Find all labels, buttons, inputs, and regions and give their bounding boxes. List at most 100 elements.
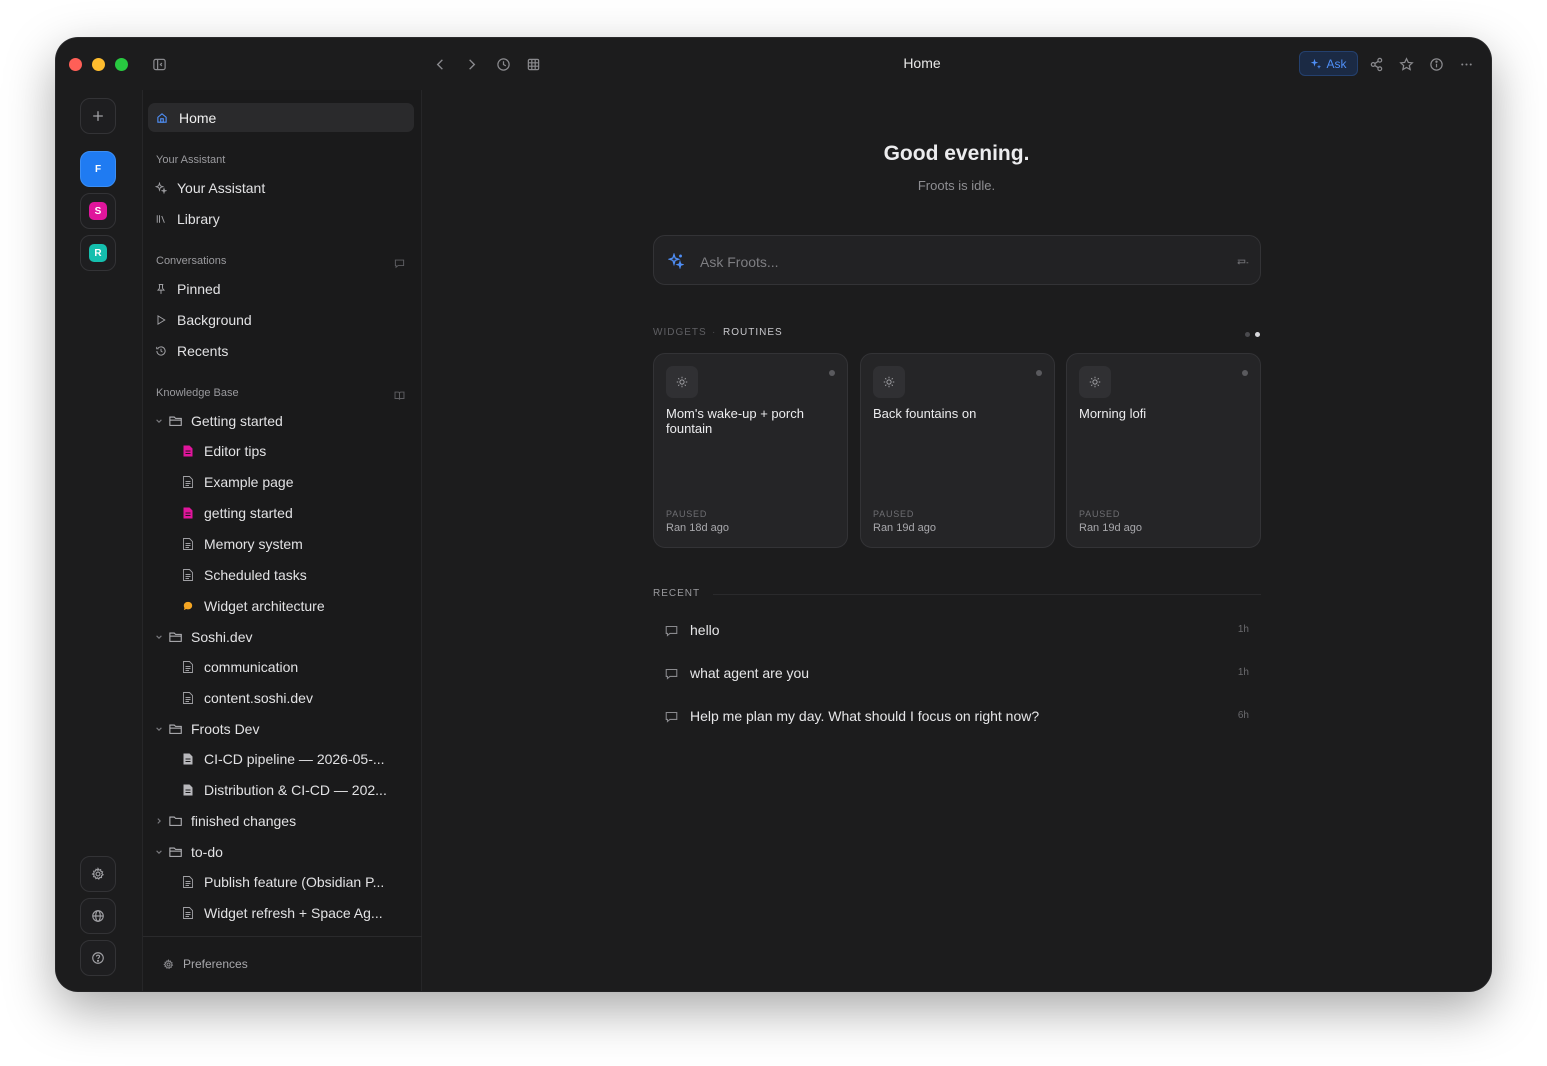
section-label-conversations: Conversations (156, 255, 227, 267)
doc-item[interactable]: getting started (183, 502, 393, 524)
minimize-window-button[interactable] (92, 58, 105, 71)
sidebar-item-background[interactable]: Background (154, 308, 252, 332)
sidebar-item-label: Your Assistant (177, 180, 266, 196)
routine-card[interactable]: Back fountains on PAUSED Ran 19d ago (860, 353, 1055, 548)
chevron-down-icon[interactable] (153, 848, 165, 856)
doc-item[interactable]: Scheduled tasks (183, 564, 393, 586)
recent-conversation-row[interactable]: hello 1h (653, 613, 1261, 649)
grid-view-icon[interactable] (523, 54, 543, 74)
settings-button[interactable] (80, 856, 116, 892)
doc-item[interactable]: Example page (183, 471, 393, 493)
title-bar: Home Ask (56, 38, 1491, 91)
folder-getting-started[interactable]: Getting started (153, 410, 283, 432)
forward-arrow-icon[interactable] (461, 54, 481, 74)
doc-item[interactable]: content.soshi.dev (183, 687, 393, 709)
chevron-right-icon[interactable] (153, 817, 165, 825)
ask-input-box[interactable] (653, 235, 1261, 285)
folder-icon (169, 815, 185, 827)
pink-doc-icon (183, 507, 197, 519)
enter-key-icon (1237, 259, 1249, 265)
star-icon[interactable] (1396, 54, 1416, 74)
conversation-title: what agent are you (690, 665, 810, 681)
sidebar-item-your-assistant[interactable]: Your Assistant (154, 176, 265, 200)
doc-item[interactable]: Publish feature (Obsidian P... (183, 871, 393, 893)
divider (713, 594, 1261, 595)
routine-last-run: Ran 18d ago (666, 522, 729, 534)
folder-soshi-dev[interactable]: Soshi.dev (153, 626, 252, 648)
workspace-button-f[interactable]: F (80, 151, 116, 187)
back-arrow-icon[interactable] (430, 54, 450, 74)
routine-state: PAUSED (666, 509, 708, 519)
doc-item[interactable]: Widget refresh + Space Ag... (183, 902, 393, 924)
sidebar-item-home[interactable]: Home (148, 103, 414, 132)
doc-item[interactable]: communication (183, 656, 393, 678)
open-folder-icon (169, 631, 185, 643)
info-icon[interactable] (1426, 54, 1446, 74)
app-window: Home Ask F S R Home Your Assistant Your … (56, 38, 1491, 991)
doc-label: Distribution & CI-CD — 202... (204, 782, 387, 798)
sidebar-item-recents[interactable]: Recents (154, 339, 228, 363)
document-icon (183, 876, 197, 888)
routine-card[interactable]: Morning lofi PAUSED Ran 19d ago (1066, 353, 1261, 548)
conversation-title: Help me plan my day. What should I focus… (690, 708, 1040, 724)
more-options-icon[interactable] (1456, 54, 1476, 74)
doc-item[interactable]: CI-CD pipeline — 2026-05-... (183, 748, 393, 770)
doc-item[interactable]: Widget architecture (183, 595, 393, 617)
sidebar-item-library[interactable]: Library (154, 207, 220, 231)
conversation-time: 6h (1237, 710, 1249, 721)
status-dot (1242, 370, 1248, 376)
ask-input[interactable] (698, 250, 1222, 274)
chat-bubble-icon (665, 667, 679, 681)
doc-label: Widget refresh + Space Ag... (204, 905, 383, 921)
workspace-rail: F S R (56, 90, 142, 991)
folder-finished-changes[interactable]: finished changes (153, 810, 296, 832)
new-conversation-icon[interactable] (394, 256, 405, 274)
help-button[interactable] (80, 940, 116, 976)
pin-icon (154, 282, 168, 296)
recent-conversation-row[interactable]: Help me plan my day. What should I focus… (653, 699, 1261, 735)
folder-to-do[interactable]: to-do (153, 841, 223, 863)
chevron-down-icon[interactable] (153, 725, 165, 733)
share-icon[interactable] (1366, 54, 1386, 74)
workspace-button-s[interactable]: S (80, 193, 116, 229)
tab-separator: · (712, 327, 717, 338)
zoom-window-button[interactable] (115, 58, 128, 71)
sparkle-icon (668, 253, 684, 269)
doc-label: Memory system (204, 536, 303, 552)
workspace-button-r[interactable]: R (80, 235, 116, 271)
doc-item[interactable]: Memory system (183, 533, 393, 555)
play-icon (154, 313, 168, 327)
web-button[interactable] (80, 898, 116, 934)
home-icon (157, 112, 167, 123)
sidebar-toggle-icon[interactable] (149, 54, 169, 74)
chevron-down-icon[interactable] (153, 417, 165, 425)
pagination-dot[interactable] (1245, 332, 1250, 337)
open-book-icon[interactable] (394, 388, 405, 406)
preferences-button[interactable]: Preferences (143, 936, 423, 991)
open-folder-icon (169, 723, 185, 735)
close-window-button[interactable] (69, 58, 82, 71)
ask-button[interactable]: Ask (1299, 51, 1358, 76)
recent-conversation-row[interactable]: what agent are you 1h (653, 656, 1261, 692)
history-clock-icon[interactable] (493, 54, 513, 74)
folder-froots-dev[interactable]: Froots Dev (153, 718, 259, 740)
doc-item[interactable]: Distribution & CI-CD — 202... (183, 779, 393, 801)
new-item-button[interactable] (80, 98, 116, 134)
pink-doc-icon (183, 445, 197, 457)
tab-routines[interactable]: ROUTINES (723, 327, 783, 338)
sparkle-icon (1311, 58, 1322, 69)
doc-label: Publish feature (Obsidian P... (204, 874, 385, 890)
window-title: Home (903, 55, 941, 71)
folder-label: Soshi.dev (191, 629, 253, 645)
sidebar-item-pinned[interactable]: Pinned (154, 277, 221, 301)
routine-card[interactable]: Mom's wake-up + porch fountain PAUSED Ra… (653, 353, 848, 548)
pagination-dot-active[interactable] (1255, 332, 1260, 337)
doc-item[interactable]: Editor tips (183, 440, 393, 462)
status-dot (829, 370, 835, 376)
tab-widgets[interactable]: WIDGETS (653, 327, 707, 338)
doc-label: Widget architecture (204, 598, 325, 614)
chat-bubble-icon (665, 710, 679, 724)
document-icon (183, 692, 197, 704)
workspace-letter: F (94, 163, 102, 175)
chevron-down-icon[interactable] (153, 633, 165, 641)
